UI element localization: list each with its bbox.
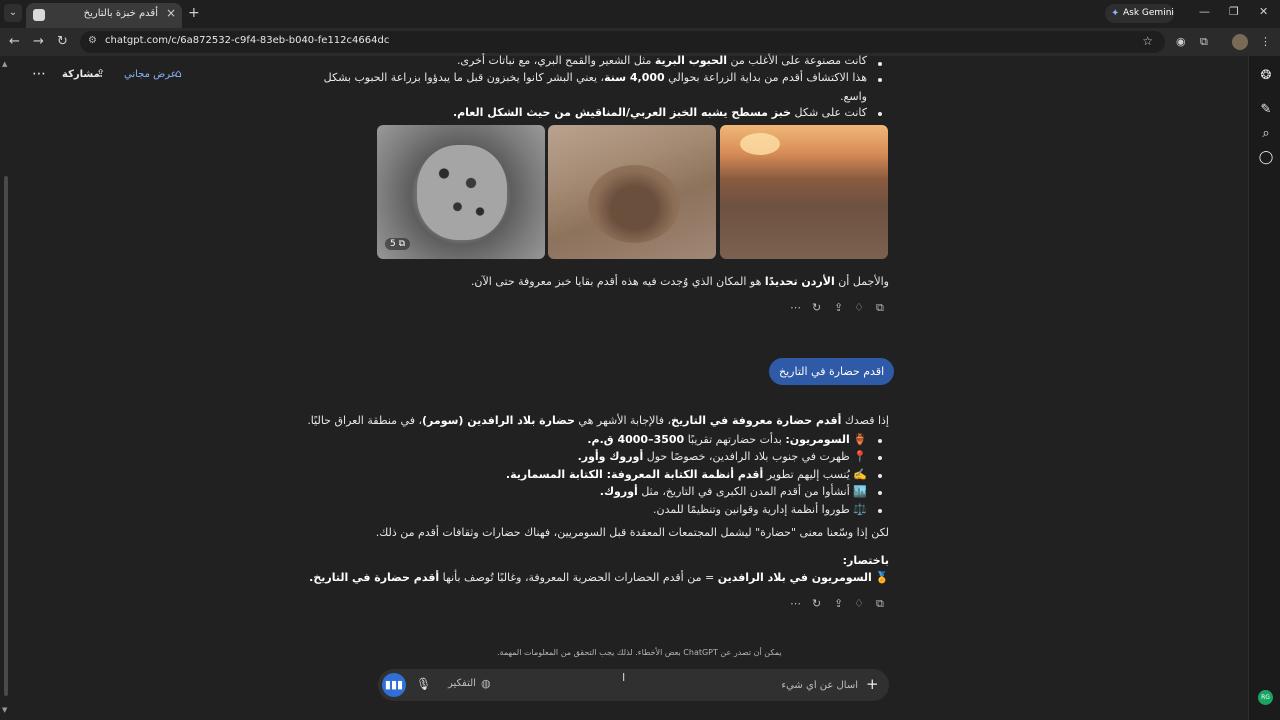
user-avatar[interactable]: RG [1258,690,1273,705]
free-offer-button[interactable]: عرض مجاني [124,69,177,80]
voice-mode-button[interactable]: ▮▮▮ [382,673,406,697]
profile-avatar[interactable] [1232,34,1248,50]
regenerate-icon[interactable]: ↻ [812,301,821,314]
copy-icon[interactable]: ⧉ [876,597,884,611]
reload-icon[interactable]: ↻ [57,34,68,49]
message-actions: ⋯ ↻ ⇪ ♢ ⧉ [790,597,890,611]
think-toggle-label[interactable]: التفكير [448,678,476,689]
window-close-button[interactable]: ✕ [1259,5,1268,18]
bullet [878,491,882,495]
prompt-input[interactable] [678,675,858,695]
restore-button[interactable]: ❐ [1229,5,1239,18]
chat-app: ▲ ▼ ⋯ مشاركة ⇪ عرض مجاني ⌂ كانت مصنوعة ع… [0,54,1280,720]
bullet [878,439,882,443]
gallery-image-excavation-site[interactable] [720,125,888,259]
answer-intro: إذا قصدك أقدم حضارة معروفة في التاريخ، ف… [307,414,889,427]
bullet [878,112,882,116]
answer-bullet-2: 📍 ظهرت في جنوب بلاد الرافدين، خصوصًا حول… [577,450,867,463]
forward-arrow-icon[interactable]: → [33,34,44,49]
share-button[interactable]: مشاركة [62,69,100,80]
feedback-icon[interactable]: ♢ [854,597,864,610]
text-cursor-icon: I [622,671,626,684]
back-arrow-icon[interactable]: ← [9,34,20,49]
tab-search-button[interactable]: ⌄ [4,4,22,22]
regenerate-icon[interactable]: ↻ [812,597,821,610]
bullet [878,78,882,82]
ask-gemini-label: Ask Gemini [1123,8,1174,18]
stone-hearth-image [588,165,680,243]
share-icon[interactable]: ⇪ [96,67,105,80]
browser-menu-icon[interactable]: ⋮ [1260,35,1271,48]
bullet [878,474,882,478]
ask-gemini-button[interactable]: ✦ Ask Gemini [1105,4,1174,23]
sunset-image [740,133,780,155]
summary-title: باختصار: [842,554,889,567]
scroll-down-arrow-icon[interactable]: ▼ [2,706,7,714]
answer-bullet-1: 🏺 السومريون: بدأت حضارتهم تقريبًا 3500–4… [587,433,867,446]
right-sidebar-rail: ❂ ✎ ⌕ ◯ RG [1248,56,1280,720]
more-options-icon[interactable]: ⋯ [32,66,46,82]
more-actions-icon[interactable]: ⋯ [790,301,801,314]
scrollbar-thumb[interactable] [4,176,8,696]
browser-tab-bar: ⌄ أقدم خبزة بالتاريخ × + ✦ Ask Gemini — … [0,0,1280,28]
answer-bullet-3: ✍️ يُنسب إليهم تطوير أقدم أنظمة الكتابة … [505,468,867,481]
share-message-icon[interactable]: ⇪ [834,597,843,610]
disclaimer-text: يمكن أن تصدر عن ChatGPT بعض الأخطاء. لذل… [497,648,782,657]
charred-bread-image [417,145,507,240]
answer-bullet-4: 🏙️ أنشأوا من أقدم المدن الكبرى في التاري… [599,485,867,498]
microphone-icon[interactable]: 🎙 [416,677,431,691]
extensions-puzzle-icon[interactable]: ⧉ [1200,35,1208,49]
add-attachment-icon[interactable]: + [866,675,879,693]
close-icon[interactable]: × [166,6,176,20]
prev-line-3: كانت على شكل خبز مسطح يشبه الخبز العربي/… [452,106,867,119]
gallery-image-stone-oven[interactable] [548,125,716,259]
user-message-bubble: اقدم حضارة في التاريخ [769,358,895,385]
bullet [878,62,882,66]
bullet [878,456,882,460]
image-count-badge[interactable]: 5 ⧉ [385,238,411,250]
lightbulb-icon[interactable]: ◍ [481,677,491,690]
more-actions-icon[interactable]: ⋯ [790,597,801,610]
prev-line-2b: واسع. [840,90,867,103]
browser-nav-bar: ← → ↻ ⚙ chatgpt.com/c/6a872532-c9f4-83eb… [0,28,1280,56]
browser-tab[interactable]: أقدم خبزة بالتاريخ × [26,3,182,28]
answer-note: لكن إذا وسّعنا معنى "حضارة" ليشمل المجتم… [375,526,889,539]
scroll-up-arrow-icon[interactable]: ▲ [2,60,7,68]
gallery-image-bread-remains[interactable]: 5 ⧉ [377,125,545,259]
answer-summary: 🏅 السومريون في بلاد الرافدين = من أقدم ا… [309,571,889,584]
gemini-spark-icon: ✦ [1111,8,1120,19]
prev-line-2: هذا الاكتشاف أقدم من بداية الزراعة بحوال… [323,71,867,84]
search-icon[interactable]: ⌕ [1258,126,1274,141]
audio-extension-icon[interactable]: ◉ [1176,35,1186,48]
tab-title: أقدم خبزة بالتاريخ [83,8,158,19]
answer-bullet-5: ⚖️ طوروا أنظمة إدارية وقوانين وتنظيمًا ل… [653,503,867,516]
share-message-icon[interactable]: ⇪ [834,301,843,314]
address-bar[interactable]: ⚙ chatgpt.com/c/6a872532-c9f4-83eb-b040-… [80,31,1165,53]
gift-icon[interactable]: ⌂ [175,67,182,80]
url-text[interactable]: chatgpt.com/c/6a872532-c9f4-83eb-b040-fe… [105,35,389,46]
chatgpt-logo-icon[interactable]: ❂ [1258,68,1274,83]
chat-bubble-icon[interactable]: ◯ [1258,150,1274,165]
bookmark-star-icon[interactable]: ☆ [1142,34,1153,48]
copy-icon[interactable]: ⧉ [876,301,884,315]
new-tab-button[interactable]: + [188,5,200,21]
feedback-icon[interactable]: ♢ [854,301,864,314]
prompt-composer: ▮▮▮ 🎙 التفكير ◍ + [378,669,889,701]
site-info-icon[interactable]: ⚙ [88,35,97,46]
bullet [878,509,882,513]
message-actions: ⋯ ↻ ⇪ ♢ ⧉ [790,301,890,315]
prev-line-1: كانت مصنوعة على الأغلب من الحبوب البرية … [456,54,867,67]
prev-closing: والأجمل أن الأردن تحديدًا هو المكان الذي… [470,275,889,288]
chatgpt-favicon-icon [33,9,45,21]
new-chat-icon[interactable]: ✎ [1258,102,1274,117]
minimize-button[interactable]: — [1199,5,1210,18]
